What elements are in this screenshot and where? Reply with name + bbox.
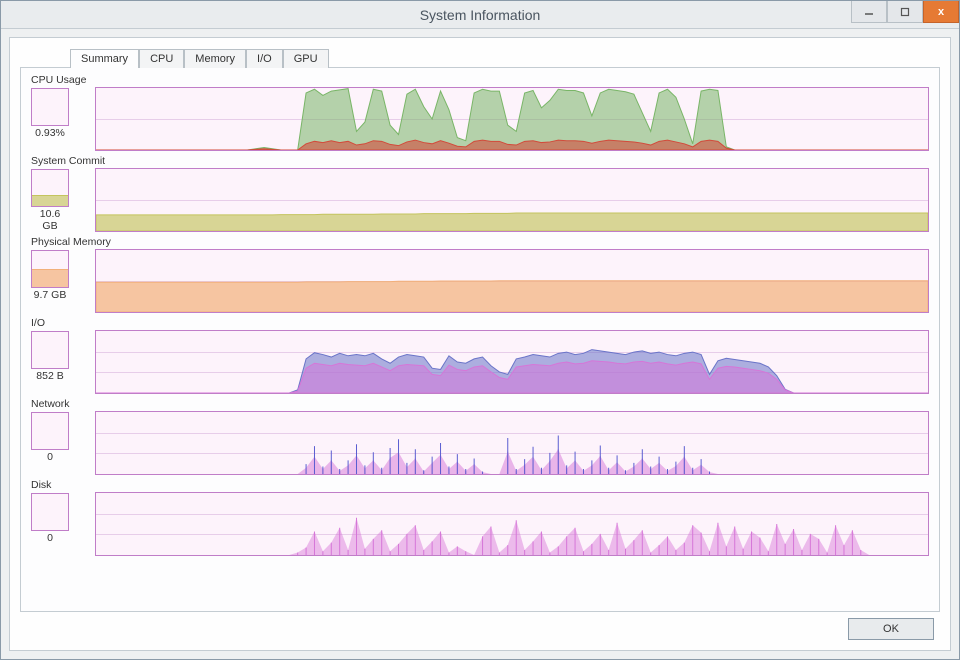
cpu-value: 0.93% [31, 127, 69, 139]
maximize-icon [900, 7, 910, 17]
titlebar: System Information x [1, 1, 959, 29]
physmem-mini-chart [31, 250, 69, 288]
window-title: System Information [420, 7, 541, 23]
tab-memory[interactable]: Memory [184, 49, 246, 68]
window: System Information x SummaryCPUMemoryI/O… [0, 0, 960, 660]
commit-chart [95, 168, 929, 232]
network-mini-chart [31, 412, 69, 450]
physmem-chart [95, 249, 929, 313]
minimize-icon [864, 7, 874, 17]
metric-row-disk: Disk 0 [31, 479, 929, 556]
content-frame: SummaryCPUMemoryI/OGPU CPU Usage 0.93% S… [9, 37, 951, 651]
tab-panel-summary: CPU Usage 0.93% System Commit 10.6 GB [20, 67, 940, 612]
tab-summary[interactable]: Summary [70, 49, 139, 68]
physmem-mini-fill [32, 269, 68, 287]
metric-row-network: Network 0 [31, 398, 929, 475]
close-icon: x [938, 6, 944, 18]
maximize-button[interactable] [887, 1, 923, 23]
ok-button[interactable]: OK [848, 618, 934, 640]
disk-value: 0 [31, 532, 69, 544]
network-value: 0 [31, 451, 69, 463]
tab-bar: SummaryCPUMemoryI/OGPU [70, 48, 940, 67]
io-label: I/O [31, 317, 85, 329]
tab-gpu[interactable]: GPU [283, 49, 329, 68]
io-mini-chart [31, 331, 69, 369]
minimize-button[interactable] [851, 1, 887, 23]
window-controls: x [851, 1, 959, 23]
disk-chart [95, 492, 929, 556]
tab-cpu[interactable]: CPU [139, 49, 184, 68]
physmem-label: Physical Memory [31, 236, 85, 248]
disk-mini-chart [31, 493, 69, 531]
ok-button-label: OK [883, 623, 899, 635]
io-chart [95, 330, 929, 394]
network-label: Network [31, 398, 85, 410]
cpu-label: CPU Usage [31, 74, 85, 86]
physmem-value: 9.7 GB [31, 289, 69, 301]
metric-row-cpu: CPU Usage 0.93% [31, 74, 929, 151]
metric-row-commit: System Commit 10.6 GB [31, 155, 929, 232]
disk-label: Disk [31, 479, 85, 491]
commit-value: 10.6 GB [31, 208, 69, 232]
metric-row-physmem: Physical Memory 9.7 GB [31, 236, 929, 313]
metric-row-io: I/O 852 B [31, 317, 929, 394]
cpu-mini-chart [31, 88, 69, 126]
commit-mini-fill [32, 195, 68, 206]
footer: OK [20, 612, 940, 640]
network-chart [95, 411, 929, 475]
io-value: 852 B [31, 370, 69, 382]
close-button[interactable]: x [923, 1, 959, 23]
tab-i-o[interactable]: I/O [246, 49, 283, 68]
commit-label: System Commit [31, 155, 85, 167]
cpu-chart [95, 87, 929, 151]
commit-mini-chart [31, 169, 69, 207]
